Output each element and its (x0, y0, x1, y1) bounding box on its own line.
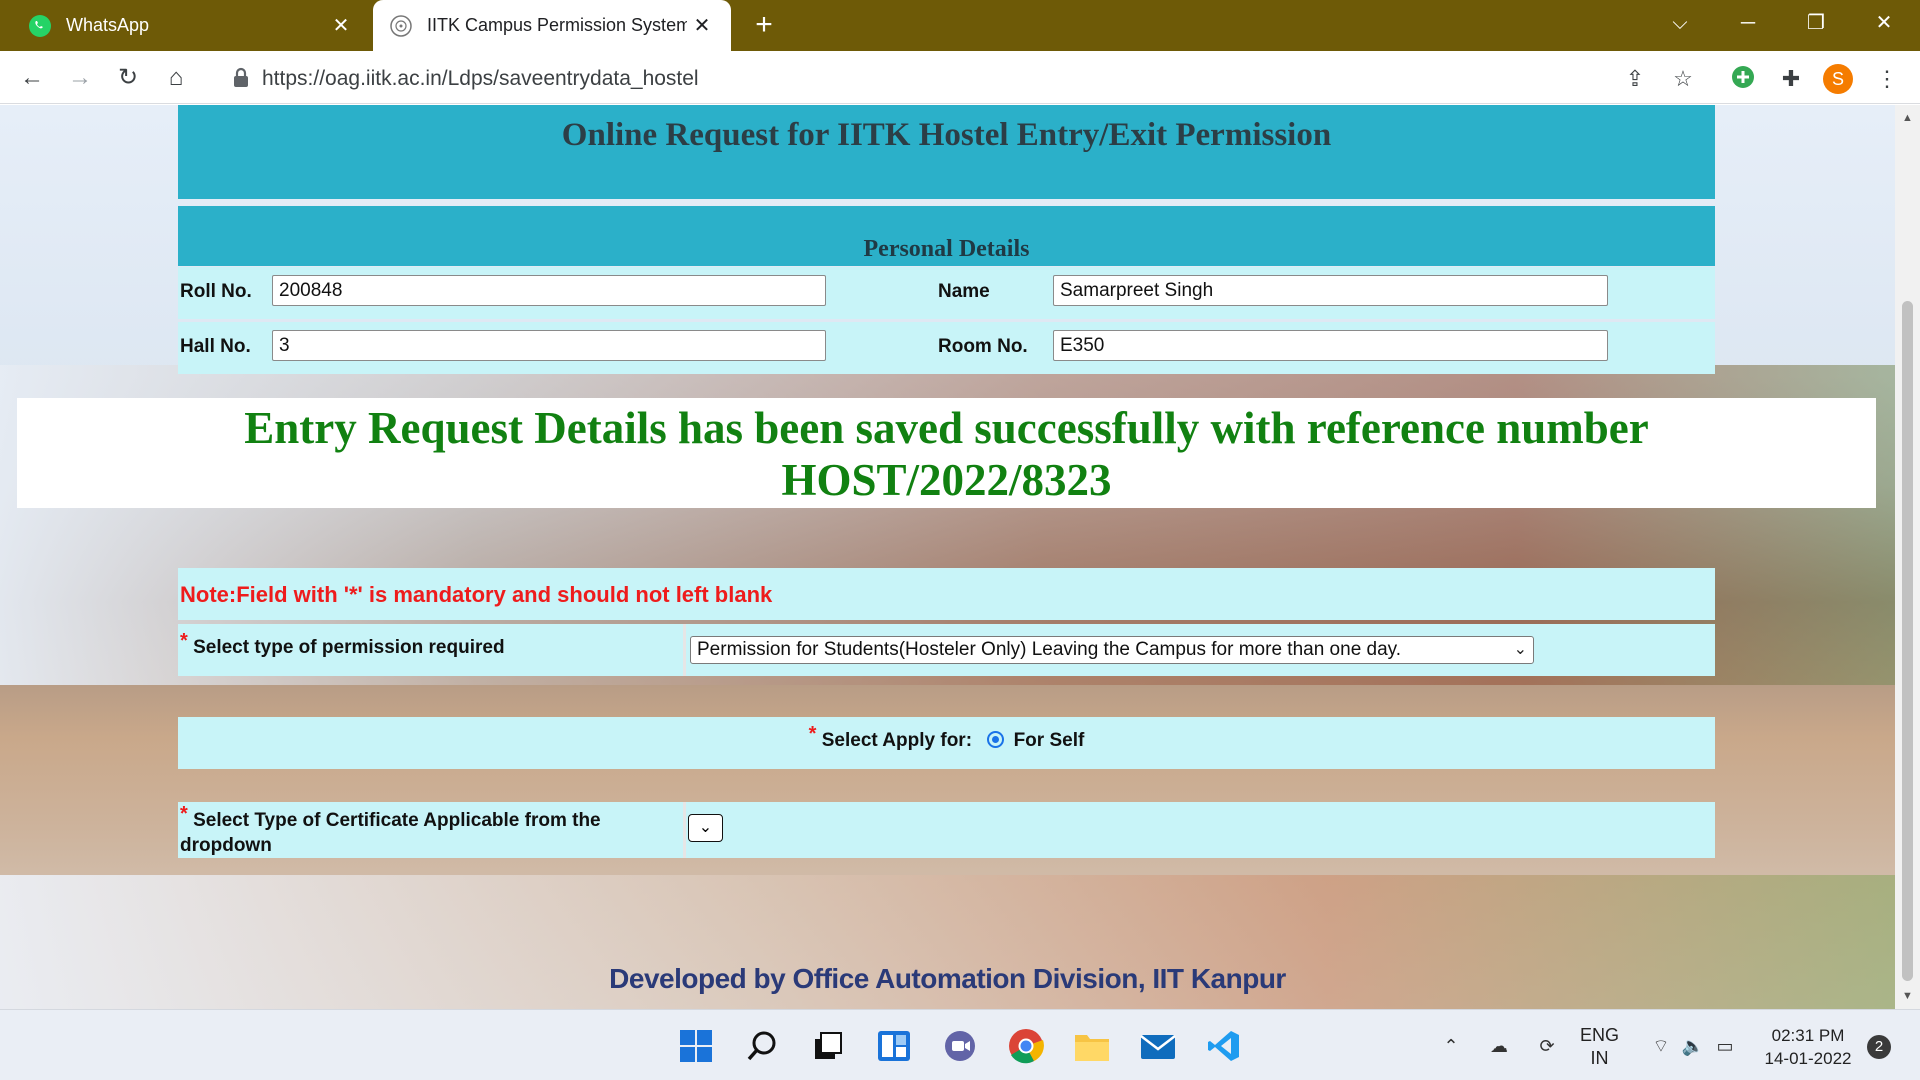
minimize-button[interactable]: ─ (1726, 8, 1770, 38)
page-viewport: Online Request for IITK Hostel Entry/Exi… (0, 105, 1895, 1009)
extension-plus-icon[interactable] (1728, 64, 1758, 94)
permission-type-row: * Select type of permission required Per… (178, 624, 1715, 676)
sync-icon[interactable]: ⟳ (1534, 1033, 1560, 1059)
show-hidden-icons-chevron-icon[interactable]: ⌃ (1438, 1033, 1464, 1059)
start-windows-icon[interactable] (675, 1025, 717, 1067)
iitk-logo-icon (390, 14, 412, 37)
vscode-icon[interactable] (1203, 1025, 1245, 1067)
title-banner: Online Request for IITK Hostel Entry/Exi… (178, 105, 1715, 199)
home-icon[interactable]: ⌂ (158, 61, 194, 95)
volume-icon[interactable]: 🔈 (1680, 1033, 1706, 1059)
column-divider (683, 624, 686, 676)
required-asterisk: * (180, 630, 188, 652)
room-number-field[interactable]: E350 (1053, 330, 1608, 361)
wifi-icon[interactable]: ⌔ (1648, 1033, 1674, 1059)
tab-whatsapp[interactable]: WhatsApp ✕ (0, 0, 370, 51)
scroll-up-icon[interactable]: ▲ (1901, 113, 1914, 124)
extensions-puzzle-icon[interactable]: ✚ (1776, 64, 1806, 94)
close-window-button[interactable]: ✕ (1862, 8, 1906, 38)
task-view-icon[interactable] (807, 1025, 849, 1067)
menu-kebab-icon[interactable]: ⋮ (1872, 64, 1902, 94)
required-asterisk: * (808, 723, 817, 745)
battery-icon[interactable]: ▭ (1712, 1033, 1738, 1059)
clock[interactable]: 02:31 PM 14-01-2022 (1758, 1024, 1858, 1070)
mandatory-note-row: Note:Field with '*' is mandatory and sho… (178, 568, 1715, 620)
chrome-icon[interactable] (1005, 1025, 1047, 1067)
profile-avatar[interactable]: S (1823, 64, 1853, 94)
tab-iitk-campus-permission[interactable]: IITK Campus Permission System ✕ (373, 0, 731, 51)
footer-credit: Developed by Office Automation Division,… (609, 963, 1286, 994)
column-divider (683, 802, 686, 858)
certificate-type-text: Select Type of Certificate Applicable fr… (180, 810, 601, 856)
certificate-type-label: * Select Type of Certificate Applicable … (180, 803, 650, 858)
mandatory-note: Note:Field with '*' is mandatory and sho… (180, 582, 773, 607)
teams-chat-icon[interactable] (939, 1025, 981, 1067)
back-icon[interactable]: ← (14, 61, 50, 95)
personal-row-2: Hall No. 3 Room No. E350 (178, 322, 1715, 374)
bookmark-star-icon[interactable]: ☆ (1668, 64, 1698, 94)
tab-label: IITK Campus Permission System (427, 15, 687, 35)
permission-type-value: Permission for Students(Hosteler Only) L… (697, 639, 1402, 660)
mail-icon[interactable] (1137, 1025, 1179, 1067)
for-self-radio[interactable] (987, 731, 1005, 748)
close-tab-icon[interactable]: ✕ (326, 13, 356, 38)
page-title: Online Request for IITK Hostel Entry/Exi… (561, 117, 1332, 153)
whatsapp-icon (29, 14, 51, 37)
permission-type-label: * Select type of permission required (180, 630, 505, 659)
room-label: Room No. (938, 336, 1028, 357)
success-message: Entry Request Details has been saved suc… (17, 398, 1876, 508)
name-field[interactable]: Samarpreet Singh (1053, 275, 1608, 306)
browser-toolbar: ← → ↻ ⌂ https://oag.iitk.ac.in/Ldps/save… (0, 51, 1920, 104)
address-bar[interactable]: https://oag.iitk.ac.in/Ldps/saveentrydat… (212, 58, 1702, 98)
roll-number-field[interactable]: 200848 (272, 275, 826, 306)
notification-badge[interactable]: 2 (1867, 1035, 1891, 1059)
apply-for-label: Select Apply for: (821, 730, 973, 751)
windows-taskbar: ⌃ ☁ ⟳ ENG IN ⌔ 🔈 ▭ 02:31 PM 14-01-2022 2 (0, 1009, 1920, 1080)
personal-row-1: Roll No. 200848 Name Samarpreet Singh (178, 267, 1715, 319)
reference-number: HOST/2022/8323 (781, 455, 1112, 505)
permission-type-text: Select type of permission required (193, 637, 505, 658)
clock-time: 02:31 PM (1771, 1026, 1845, 1045)
hall-number-field[interactable]: 3 (272, 330, 826, 361)
personal-details-title: Personal Details (863, 236, 1030, 262)
search-icon[interactable] (741, 1025, 783, 1067)
tab-strip: WhatsApp ✕ IITK Campus Permission System… (0, 0, 1920, 51)
close-tab-icon[interactable]: ✕ (687, 13, 717, 38)
tab-search-icon[interactable]: ⌵ (1658, 8, 1702, 38)
apply-for-row: * Select Apply for: For Self (178, 717, 1715, 769)
certificate-type-row: * Select Type of Certificate Applicable … (178, 802, 1715, 858)
hall-label: Hall No. (180, 336, 251, 357)
personal-details-header: Personal Details (178, 206, 1715, 266)
reload-icon[interactable]: ↻ (110, 61, 146, 95)
for-self-label[interactable]: For Self (1014, 730, 1085, 751)
apply-for-group: * Select Apply for: For Self (178, 723, 1715, 752)
permission-type-select[interactable]: Permission for Students(Hosteler Only) L… (690, 636, 1534, 664)
tab-label: WhatsApp (66, 15, 150, 35)
forward-icon[interactable]: → (62, 61, 98, 95)
scroll-down-icon[interactable]: ▼ (1901, 991, 1914, 1002)
scrollbar-thumb[interactable] (1902, 301, 1913, 981)
file-explorer-icon[interactable] (1071, 1025, 1113, 1067)
chevron-down-icon: ⌄ (698, 819, 713, 836)
widgets-icon[interactable] (873, 1025, 915, 1067)
success-text: Entry Request Details has been saved suc… (244, 403, 1649, 453)
required-asterisk: * (180, 803, 188, 825)
lock-icon (234, 67, 248, 87)
url-text: https://oag.iitk.ac.in/Ldps/saveentrydat… (262, 67, 699, 90)
certificate-type-select[interactable]: ⌄ (688, 814, 723, 842)
vertical-scrollbar[interactable]: ▲ ▼ (1895, 105, 1920, 1009)
region-code: IN (1590, 1048, 1609, 1068)
roll-label: Roll No. (180, 281, 252, 302)
clock-date: 14-01-2022 (1764, 1049, 1852, 1068)
new-tab-button[interactable]: + (748, 8, 780, 42)
chevron-down-icon: ⌄ (1513, 641, 1527, 658)
language-indicator[interactable]: ENG IN (1580, 1024, 1619, 1070)
name-label: Name (938, 281, 990, 302)
language-code: ENG (1580, 1025, 1620, 1045)
restore-button[interactable]: ❐ (1794, 8, 1838, 38)
share-icon[interactable]: ⇪ (1620, 64, 1650, 94)
onedrive-cloud-icon[interactable]: ☁ (1486, 1033, 1512, 1059)
